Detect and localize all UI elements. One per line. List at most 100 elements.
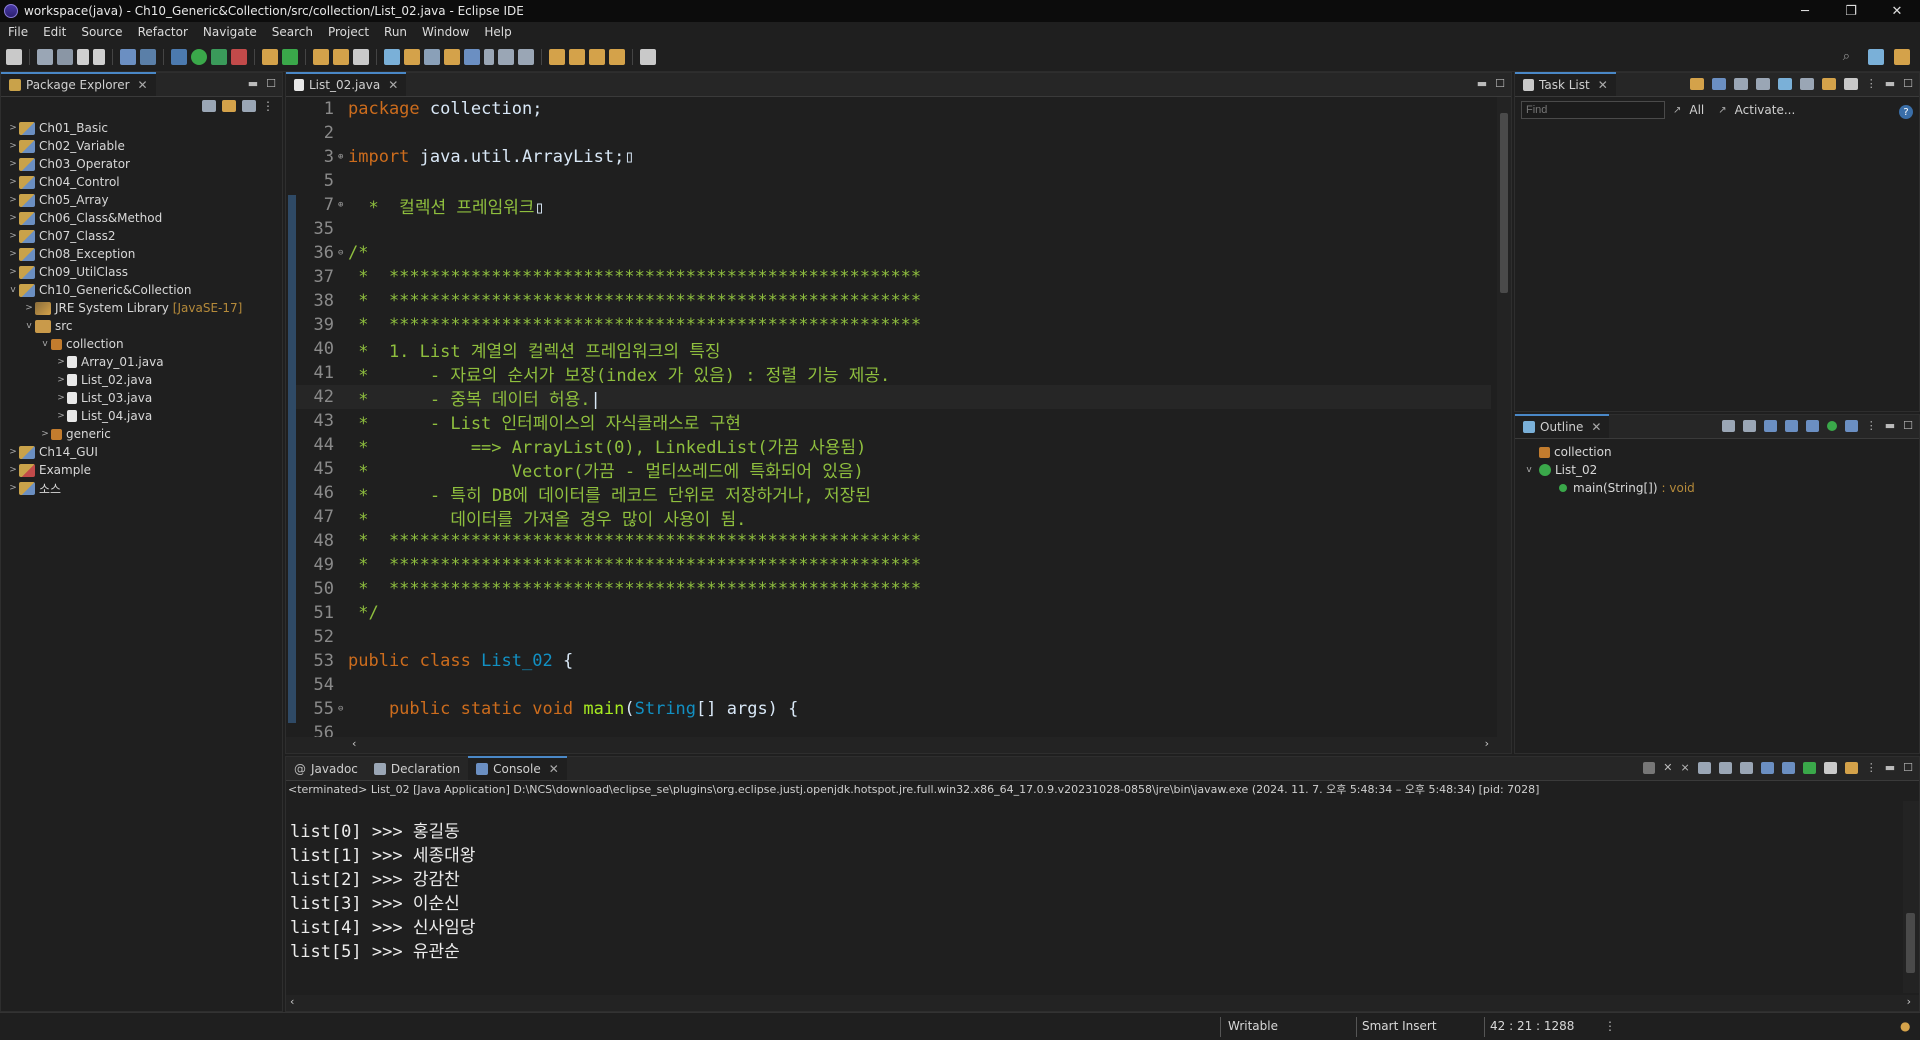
outline-item-package[interactable]: collection <box>1515 443 1919 461</box>
code-editor[interactable]: 1 package collection; 2 3 ⊕ import java.util.… <box>286 97 1511 737</box>
code-line[interactable]: 50 * ***********************************… <box>296 577 1491 601</box>
maximize-icon[interactable]: ☐ <box>266 77 276 90</box>
close-icon[interactable]: ✕ <box>388 78 398 92</box>
code-line[interactable]: 41 * - 자료의 순서가 보장(index 가 있음) : 정렬 기능 제공… <box>296 361 1491 386</box>
menu-refactor[interactable]: Refactor <box>134 25 199 39</box>
tree-item[interactable]: v Ch10_Generic&Collection <box>1 281 282 299</box>
word-wrap-icon[interactable] <box>1739 761 1753 774</box>
chevron-right-icon[interactable]: > <box>7 231 19 241</box>
hide-completed-icon[interactable] <box>1777 77 1792 90</box>
back-icon[interactable] <box>589 48 605 65</box>
code-line[interactable]: 3 ⊕ import java.util.ArrayList;▯ <box>296 145 1491 169</box>
tree-item[interactable]: > Ch04_Control <box>1 173 282 191</box>
tree-item[interactable]: v collection <box>1 335 282 353</box>
menu-file[interactable]: File <box>4 25 39 39</box>
menu-run[interactable]: Run <box>380 25 418 39</box>
menu-search[interactable]: Search <box>268 25 324 39</box>
filter-icon[interactable] <box>242 100 256 112</box>
scroll-lock-icon[interactable] <box>1718 761 1732 774</box>
tree-item[interactable]: > generic <box>1 425 282 443</box>
forward-icon[interactable] <box>609 48 625 65</box>
tree-item[interactable]: > Ch03_Operator <box>1 155 282 173</box>
close-icon[interactable]: ✕ <box>1598 78 1608 92</box>
chevron-right-icon[interactable]: > <box>55 357 67 367</box>
code-line[interactable]: 43 * - List 인터페이스의 자식클래스로 구현 <box>296 409 1491 434</box>
menu-edit[interactable]: Edit <box>39 25 77 39</box>
tree-item[interactable]: > Example <box>1 461 282 479</box>
prev-annotation-icon[interactable] <box>518 48 534 65</box>
maximize-icon[interactable]: ☐ <box>1903 77 1913 90</box>
word-wrap-icon[interactable] <box>444 48 460 65</box>
editor-horizontal-scrollbar[interactable]: ‹ › <box>286 737 1511 753</box>
link-with-editor-icon[interactable] <box>1844 419 1858 432</box>
menu-navigate[interactable]: Navigate <box>199 25 268 39</box>
focus-icon[interactable] <box>1755 77 1770 90</box>
restore-button[interactable]: ❐ <box>1828 0 1874 22</box>
chevron-right-icon[interactable]: > <box>7 465 19 475</box>
minimize-icon[interactable]: ▬ <box>1885 761 1895 774</box>
chevron-down-icon[interactable]: v <box>7 285 19 295</box>
chevron-right-icon[interactable]: > <box>55 411 67 421</box>
fold-toggle-icon[interactable]: ⊖ <box>338 248 346 258</box>
chevron-right-icon[interactable]: > <box>7 159 19 169</box>
view-menu-icon[interactable]: ⋮ <box>1866 419 1877 432</box>
code-line[interactable]: 47 * 데이터를 가져올 경우 많이 사용이 됨. <box>296 505 1491 530</box>
code-area[interactable]: 1 package collection; 2 3 ⊕ import java.util.… <box>296 97 1491 737</box>
scroll-right-icon[interactable]: › <box>1907 995 1911 1008</box>
tab-declaration[interactable]: Declaration <box>366 758 468 780</box>
coverage-icon[interactable] <box>211 48 227 65</box>
code-line[interactable]: 53 public class List_02 { <box>296 649 1491 673</box>
scheduled-icon[interactable] <box>1733 77 1748 90</box>
tree-item[interactable]: > Ch05_Array <box>1 191 282 209</box>
chevron-down-icon[interactable]: v <box>1523 465 1535 475</box>
code-line[interactable]: 52 <box>296 625 1491 649</box>
open-perspective-icon[interactable] <box>1868 49 1884 65</box>
find-input[interactable] <box>1521 101 1665 119</box>
code-line[interactable]: 46 * - 특히 DB에 데이터를 레코드 단위로 저장하거나, 저장된 <box>296 481 1491 506</box>
console-output[interactable]: list[0] >>> 홍길동 list[1] >>> 세종대왕 list[2] >… <box>286 801 1901 993</box>
code-line[interactable]: 37 * ***********************************… <box>296 265 1491 289</box>
minimize-icon[interactable]: ▬ <box>1477 77 1487 90</box>
code-line[interactable]: 45 * Vector(가끔 - 멀티쓰레드에 특화되어 있음) <box>296 457 1491 482</box>
tab-list-02-java[interactable]: List_02.java ✕ <box>286 72 407 96</box>
new-java-project-icon[interactable] <box>262 48 278 65</box>
java-perspective-icon[interactable] <box>1894 49 1910 65</box>
code-line[interactable]: 56 <box>296 721 1491 737</box>
code-line[interactable]: 54 <box>296 673 1491 697</box>
repository-icon[interactable] <box>1843 77 1858 90</box>
tab-javadoc[interactable]: @ Javadoc <box>286 758 366 780</box>
link-editor-icon[interactable] <box>222 100 236 112</box>
scroll-left-icon[interactable]: ‹ <box>352 737 356 750</box>
tip-icon[interactable]: ● <box>1900 1019 1910 1033</box>
status-cursor-position[interactable]: 42 : 21 : 1288 <box>1490 1019 1574 1033</box>
sync-icon[interactable] <box>1821 77 1836 90</box>
close-icon[interactable]: ✕ <box>549 762 559 776</box>
view-menu-icon[interactable]: ⋮ <box>262 99 274 113</box>
tree-item[interactable]: > List_04.java <box>1 407 282 425</box>
terminal-icon[interactable] <box>120 48 136 65</box>
open-type-icon[interactable] <box>313 48 329 65</box>
new-icon[interactable] <box>6 48 22 65</box>
menu-window[interactable]: Window <box>418 25 480 39</box>
skip-breakpoints-icon[interactable] <box>140 48 156 65</box>
chevron-right-icon[interactable]: > <box>55 375 67 385</box>
debug-icon[interactable] <box>171 48 187 65</box>
status-menu-icon[interactable]: ⋮ <box>1604 1019 1616 1033</box>
last-edit-icon[interactable] <box>549 48 565 65</box>
console-horizontal-scrollbar[interactable]: ‹ › <box>286 995 1919 1011</box>
minimize-icon[interactable]: ▬ <box>248 77 258 90</box>
code-line[interactable]: 7 ⊕ * 컬렉션 프레임워크▯ <box>296 193 1491 218</box>
show-stdout-icon[interactable] <box>1760 761 1774 774</box>
tab-console[interactable]: Console ✕ <box>468 756 567 780</box>
maximize-icon[interactable]: ☐ <box>1495 77 1505 90</box>
code-line[interactable]: 35 <box>296 217 1491 241</box>
open-task-icon[interactable] <box>333 48 349 65</box>
toggle-mark-icon[interactable] <box>384 48 400 65</box>
hide-nonpublic-icon[interactable] <box>1805 419 1819 432</box>
outline-item-class[interactable]: v List_02 <box>1515 461 1919 479</box>
code-line[interactable]: 51 */ <box>296 601 1491 625</box>
tree-item[interactable]: > 소스 <box>1 479 282 497</box>
status-insert-mode[interactable]: Smart Insert <box>1362 1019 1437 1033</box>
show-whitespace-icon[interactable] <box>464 48 480 65</box>
remove-launch-icon[interactable]: ✕ <box>1663 761 1672 774</box>
